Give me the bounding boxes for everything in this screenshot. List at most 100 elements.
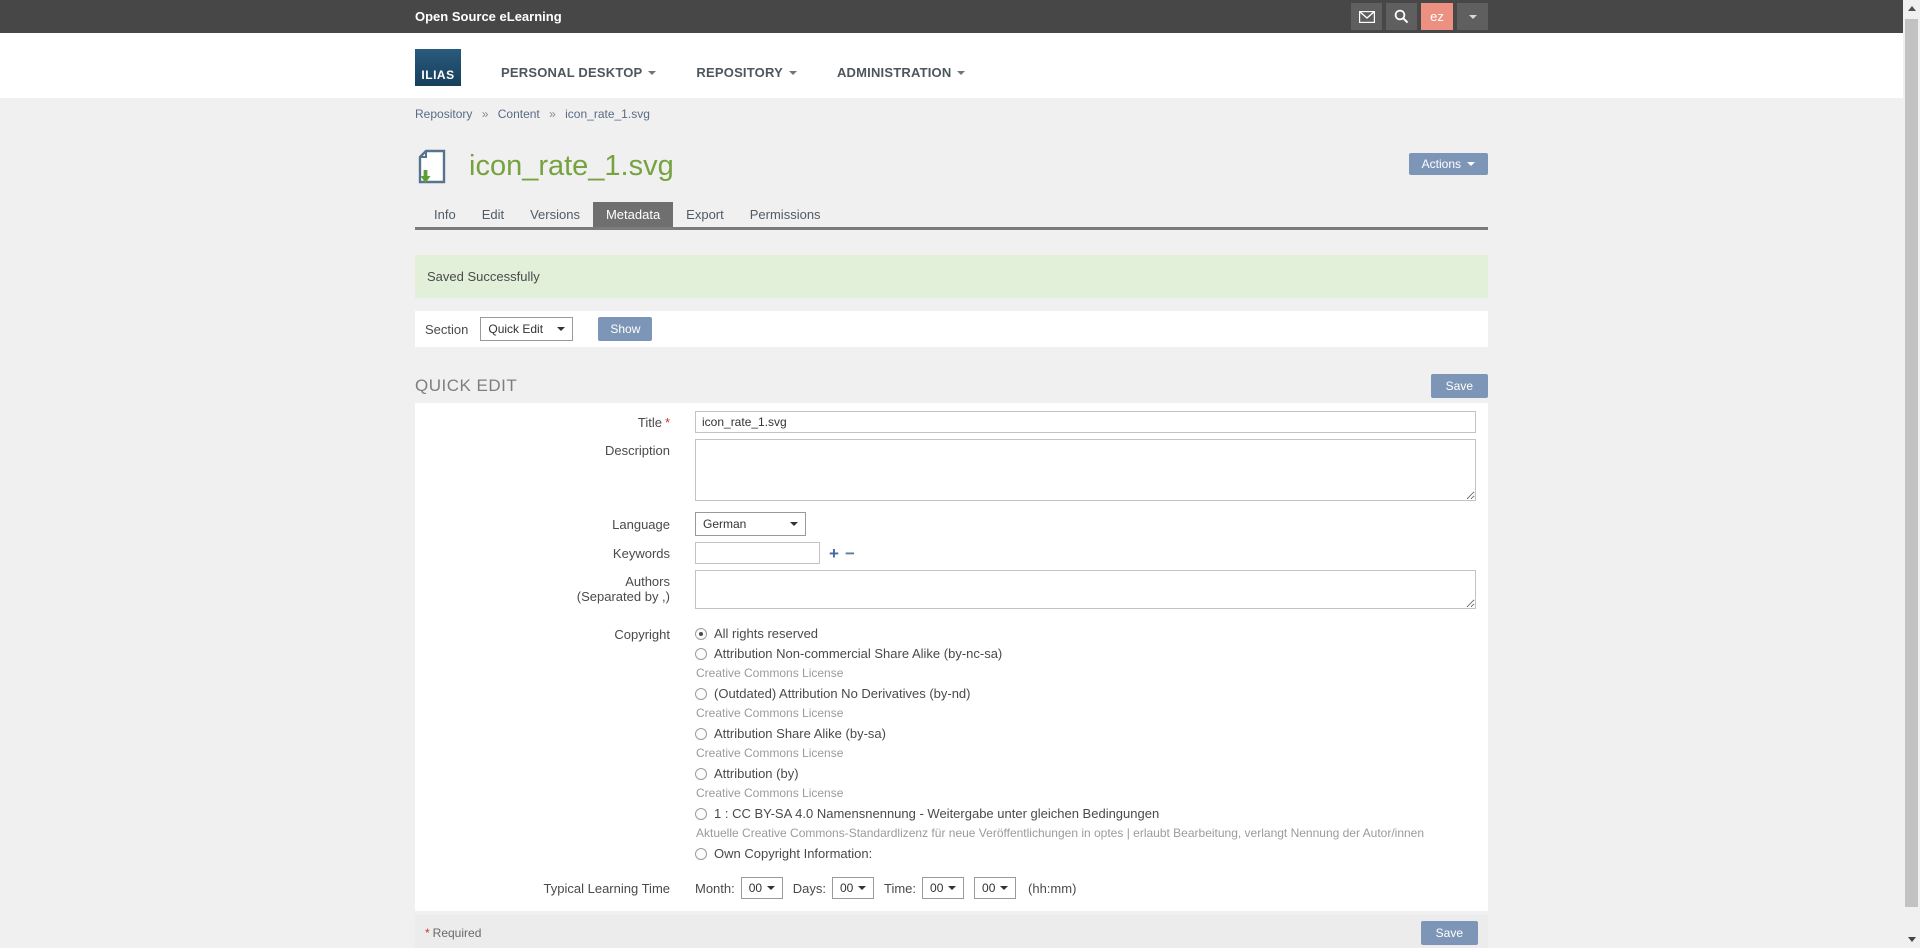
month-select[interactable]: 00: [741, 877, 783, 899]
show-button[interactable]: Show: [598, 317, 652, 341]
chevron-down-icon: [1467, 162, 1475, 166]
option-label: Attribution (by): [714, 767, 799, 780]
section-select-value: Quick Edit: [488, 322, 543, 336]
chevron-down-icon: [767, 886, 775, 890]
ilias-logo[interactable]: ILIAS: [415, 49, 461, 86]
option-label: All rights reserved: [714, 627, 818, 640]
radio-icon: [695, 848, 707, 860]
topbar-actions: ez: [1347, 0, 1488, 33]
user-avatar[interactable]: ez: [1421, 3, 1453, 30]
option-sublabel: Creative Commons License: [696, 747, 1476, 760]
nav-item-label: ADMINISTRATION: [837, 65, 952, 80]
scrollbar-thumb[interactable]: [1905, 19, 1918, 907]
option-label: (Outdated) Attribution No Derivatives (b…: [714, 687, 971, 700]
learning-time-row: Typical Learning Time Month: 00 Days: 00…: [415, 877, 1488, 899]
chevron-down-icon: [957, 71, 965, 75]
breadcrumb-current[interactable]: icon_rate_1.svg: [565, 107, 650, 121]
copyright-option-by-nd[interactable]: (Outdated) Attribution No Derivatives (b…: [695, 687, 1476, 700]
copyright-option-by-nc-sa[interactable]: Attribution Non-commercial Share Alike (…: [695, 647, 1476, 660]
main-nav-band: ILIAS PERSONAL DESKTOP REPOSITORY ADMINI…: [0, 33, 1903, 98]
mail-icon: [1359, 11, 1375, 23]
section-selector-row: Section Quick Edit Show: [415, 311, 1488, 347]
quick-edit-header: QUICK EDIT Save: [415, 374, 1488, 398]
search-button[interactable]: [1386, 3, 1417, 30]
chevron-down-icon: [648, 71, 656, 75]
nav-item-label: PERSONAL DESKTOP: [501, 65, 642, 80]
hours-value: 00: [930, 881, 943, 895]
breadcrumb-repository[interactable]: Repository: [415, 107, 472, 121]
radio-icon: [695, 648, 707, 660]
keywords-input[interactable]: [695, 542, 820, 564]
tab-versions[interactable]: Versions: [517, 202, 593, 227]
language-select-value: German: [703, 517, 746, 531]
page: Open Source eLearning ez: [0, 0, 1903, 948]
language-select[interactable]: German: [695, 512, 806, 536]
main-nav: PERSONAL DESKTOP REPOSITORY ADMINISTRATI…: [485, 65, 989, 80]
days-select[interactable]: 00: [832, 877, 874, 899]
copyright-option-cc-by-sa-40[interactable]: 1 : CC BY-SA 4.0 Namensnennung - Weiterg…: [695, 807, 1476, 820]
description-row: Description: [415, 439, 1488, 506]
nav-personal-desktop[interactable]: PERSONAL DESKTOP: [501, 65, 656, 80]
copyright-options: All rights reserved Attribution Non-comm…: [695, 627, 1476, 867]
page-header: icon_rate_1.svg Actions: [415, 148, 1488, 185]
actions-button[interactable]: Actions: [1409, 153, 1488, 175]
authors-textarea[interactable]: [695, 570, 1476, 609]
tab-info[interactable]: Info: [421, 202, 469, 227]
file-icon: [415, 148, 451, 185]
nav-repository[interactable]: REPOSITORY: [696, 65, 797, 80]
breadcrumb: Repository » Content » icon_rate_1.svg: [415, 98, 1488, 121]
minutes-select[interactable]: 00: [974, 877, 1016, 899]
description-textarea[interactable]: [695, 439, 1476, 501]
minutes-value: 00: [982, 881, 995, 895]
copyright-row: Copyright All rights reserved Attributio…: [415, 627, 1488, 867]
form-heading: QUICK EDIT: [415, 376, 517, 396]
month-label: Month:: [695, 881, 735, 896]
radio-icon: [695, 728, 707, 740]
copyright-option-all-rights[interactable]: All rights reserved: [695, 627, 1476, 640]
required-note: *Required: [425, 926, 481, 940]
user-menu-button[interactable]: [1457, 3, 1488, 30]
hhmm-hint: (hh:mm): [1028, 881, 1076, 896]
topbar: Open Source eLearning ez: [0, 0, 1903, 33]
tab-permissions[interactable]: Permissions: [737, 202, 834, 227]
authors-label: Authors (Separated by ,): [415, 570, 670, 604]
copyright-option-by[interactable]: Attribution (by): [695, 767, 1476, 780]
breadcrumb-content[interactable]: Content: [498, 107, 540, 121]
option-sublabel: Creative Commons License: [696, 707, 1476, 720]
option-label: Own Copyright Information:: [714, 847, 872, 860]
option-sublabel: Creative Commons License: [696, 667, 1476, 680]
add-keyword-button[interactable]: +: [829, 545, 839, 562]
title-input[interactable]: [695, 411, 1476, 433]
section-select[interactable]: Quick Edit: [480, 317, 573, 341]
actions-label: Actions: [1422, 157, 1461, 171]
option-label: Attribution Share Alike (by-sa): [714, 727, 886, 740]
option-label: 1 : CC BY-SA 4.0 Namensnennung - Weiterg…: [714, 807, 1159, 820]
nav-administration[interactable]: ADMINISTRATION: [837, 65, 966, 80]
radio-icon: [695, 768, 707, 780]
triangle-down-icon: [1908, 937, 1916, 942]
scrollbar-down-arrow[interactable]: [1903, 931, 1920, 948]
mail-button[interactable]: [1351, 3, 1382, 30]
tab-metadata[interactable]: Metadata: [593, 202, 673, 227]
save-button-top[interactable]: Save: [1431, 374, 1488, 398]
tab-export[interactable]: Export: [673, 202, 737, 227]
title-row: Title*: [415, 411, 1488, 433]
nav-item-label: REPOSITORY: [696, 65, 783, 80]
remove-keyword-button[interactable]: −: [845, 545, 855, 562]
scrollbar-up-arrow[interactable]: [1903, 0, 1920, 17]
form-footer: *Required Save: [415, 915, 1488, 948]
hours-select[interactable]: 00: [922, 877, 964, 899]
chevron-down-icon: [1000, 886, 1008, 890]
scrollbar: [1903, 0, 1920, 948]
copyright-option-by-sa[interactable]: Attribution Share Alike (by-sa): [695, 727, 1476, 740]
triangle-up-icon: [1908, 6, 1916, 11]
authors-row: Authors (Separated by ,): [415, 570, 1488, 614]
tab-edit[interactable]: Edit: [469, 202, 517, 227]
chevron-down-icon: [1469, 15, 1477, 19]
option-sublabel: Aktuelle Creative Commons-Standardlizenz…: [696, 827, 1476, 840]
copyright-option-own[interactable]: Own Copyright Information:: [695, 847, 1476, 860]
month-value: 00: [749, 881, 762, 895]
keywords-label: Keywords: [415, 546, 670, 561]
days-label: Days:: [793, 881, 826, 896]
save-button-bottom[interactable]: Save: [1421, 921, 1478, 945]
